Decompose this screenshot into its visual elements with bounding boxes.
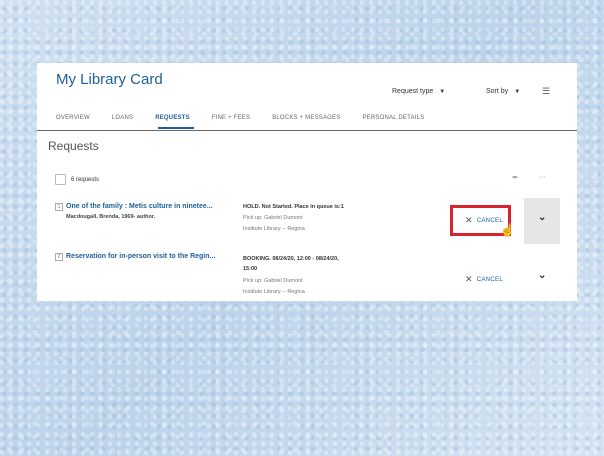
section-title: Requests bbox=[48, 139, 99, 153]
request-author: Macdougall, Brenda, 1969- author. bbox=[66, 214, 156, 220]
request-library: Institute Library -- Regina bbox=[243, 289, 305, 295]
tab-bar: OVERVIEW LOANS REQUESTS FINE + FEES BLOC… bbox=[56, 115, 446, 121]
request-time: 15:00 bbox=[243, 266, 258, 272]
tab-loans[interactable]: LOANS bbox=[112, 115, 133, 121]
cancel-label: CANCEL bbox=[476, 276, 503, 283]
sort-by-label: Sort by bbox=[486, 88, 509, 95]
request-type-label: Request type bbox=[392, 88, 434, 95]
more-options-icon[interactable]: ··· bbox=[539, 174, 546, 181]
tab-requests[interactable]: REQUESTS bbox=[155, 115, 190, 121]
tab-divider bbox=[37, 130, 577, 131]
cancel-request-button[interactable]: ✕ CANCEL bbox=[465, 274, 503, 285]
request-title-link[interactable]: Reservation for in-person visit to the R… bbox=[66, 253, 215, 260]
row-number-badge: 2 bbox=[55, 253, 63, 261]
request-status: BOOKING. 08/24/20, 12:00 - 08/24/20, bbox=[243, 256, 339, 262]
request-status: HOLD. Not Started. Place in queue is:1 bbox=[243, 204, 344, 210]
request-library: Institute Library -- Regina bbox=[243, 226, 305, 232]
request-count: 6 requests bbox=[71, 177, 100, 183]
caret-down-icon: ▼ bbox=[439, 89, 446, 95]
tab-blocks-messages[interactable]: BLOCKS + MESSAGES bbox=[272, 115, 340, 121]
row-number-badge: 1 bbox=[55, 203, 63, 211]
caret-down-icon: ▼ bbox=[514, 89, 521, 95]
page-title: My Library Card bbox=[56, 71, 163, 88]
chevron-down-icon[interactable]: ⌄ bbox=[538, 270, 546, 281]
active-tab-indicator bbox=[158, 127, 194, 129]
library-card-panel: My Library Card OVERVIEW LOANS REQUESTS … bbox=[37, 63, 577, 301]
select-all-checkbox[interactable] bbox=[55, 174, 66, 185]
close-icon: ✕ bbox=[465, 274, 473, 284]
request-pickup: Pick up: Gabriel Dumont bbox=[243, 278, 303, 284]
request-pickup: Pick up: Gabriel Dumont bbox=[243, 215, 303, 221]
request-title-link[interactable]: One of the family : Metis culture in nin… bbox=[66, 203, 213, 210]
sort-by-dropdown[interactable]: Sort by ▼ bbox=[486, 88, 520, 95]
pin-icon[interactable]: ✒ bbox=[512, 173, 519, 182]
tab-fine-fees[interactable]: FINE + FEES bbox=[212, 115, 250, 121]
chevron-down-icon: ⌄ bbox=[538, 212, 547, 223]
hand-pointer-icon: ☝ bbox=[500, 223, 515, 237]
tab-personal-details[interactable]: PERSONAL DETAILS bbox=[362, 115, 424, 121]
expand-row-button[interactable]: ⌄ bbox=[524, 198, 560, 244]
tab-overview[interactable]: OVERVIEW bbox=[56, 115, 90, 121]
request-type-dropdown[interactable]: Request type ▼ bbox=[392, 88, 445, 95]
filter-icon[interactable]: ☰ bbox=[542, 86, 550, 97]
